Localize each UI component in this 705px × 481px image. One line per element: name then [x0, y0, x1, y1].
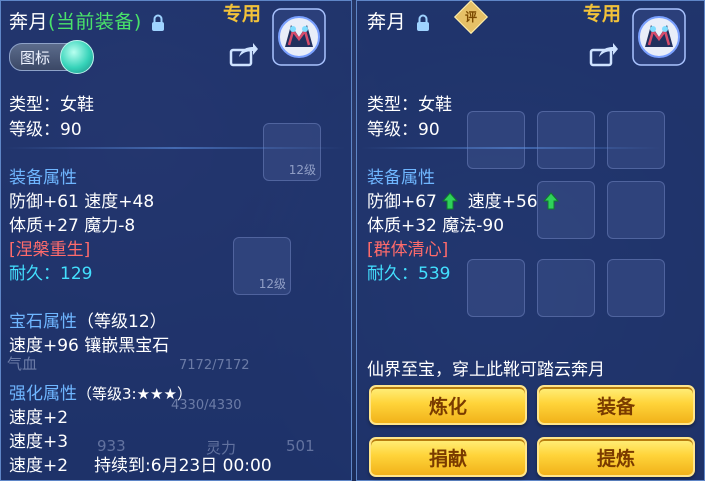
bg-item-slot [607, 181, 665, 239]
gem-attributes-header: 宝石属性 [9, 312, 77, 332]
enhance-line-1: 速度+2 [9, 408, 69, 428]
gem-level: （等级12） [77, 312, 167, 332]
durability: 耐久：129 [9, 264, 93, 284]
extract-button[interactable]: 提炼 [537, 437, 695, 477]
bg-item-slot [467, 111, 525, 169]
item-level: 等级：90 [9, 120, 82, 140]
bg-item-slot [537, 259, 595, 317]
enhance-attributes-row: 强化属性（等级3:★★★） [9, 379, 192, 404]
item-title: 奔月 [367, 7, 430, 34]
special-effect: [群体清心] [367, 240, 449, 260]
bg-number: 933 [97, 437, 126, 455]
bg-item-slot [607, 259, 665, 317]
bg-item-slot [607, 111, 665, 169]
bg-spirit-label: 灵力 [206, 439, 237, 457]
exclusive-label: 专用 [223, 3, 262, 25]
bg-hp-value: 7172/7172 [179, 358, 250, 373]
enhance-line-3: 速度+2 [9, 456, 69, 476]
bg-spirit-value: 501 [286, 437, 315, 455]
arrow-up-icon [442, 192, 459, 210]
moon-boots-item-icon [272, 8, 326, 66]
enhance-level: （等级3:★★★） [77, 385, 192, 403]
lock-icon [152, 14, 165, 31]
slot-level-label: 12级 [288, 163, 316, 177]
speed-stat: 速度+56 [467, 192, 538, 212]
enhance-attributes-header: 强化属性 [9, 384, 77, 404]
stat-line-1: 防御+67 速度+56 [367, 187, 563, 212]
equipment-attributes-header: 装备属性 [9, 168, 77, 188]
bg-hp-label: 气血 [7, 355, 38, 373]
item-name: 奔月 [367, 11, 407, 33]
item-description: 仙界至宝，穿上此靴可踏云奔月 [367, 360, 605, 380]
gem-attributes-row: 宝石属性（等级12） [9, 307, 167, 332]
current-equipment-tooltip: 12级 12级 奔月(当前装备) 专用 图标 类型：女鞋 等级：90 装备属性 … [0, 0, 352, 481]
equip-button[interactable]: 装备 [537, 385, 695, 425]
enhance-duration: 持续到:6月23日 00:00 [94, 456, 272, 476]
bg-item-slot: 12级 [233, 237, 291, 295]
enhance-line-2: 速度+3 [9, 432, 69, 452]
current-equipped-tag: (当前装备) [48, 11, 142, 33]
donate-button[interactable]: 捐献 [369, 437, 527, 477]
icon-toggle-label: 图标 [20, 49, 51, 67]
compare-item-tooltip: 奔月 评 专用 类型：女鞋 等级：90 装备属性 防御+67 速度+56 体质+… [356, 0, 705, 481]
item-name: 奔月 [9, 11, 49, 33]
divider [5, 147, 345, 149]
arrow-up-icon [543, 192, 559, 210]
item-type: 类型：女鞋 [367, 95, 452, 115]
item-title: 奔月(当前装备) [9, 7, 165, 34]
stat-line-2: 体质+32 魔法-90 [367, 216, 505, 236]
item-level: 等级：90 [367, 120, 440, 140]
icon-toggle[interactable]: 图标 [9, 40, 94, 74]
exclusive-label: 专用 [583, 3, 622, 25]
share-icon[interactable] [229, 41, 259, 67]
lock-icon [416, 14, 429, 31]
bg-item-slot [537, 111, 595, 169]
equipment-attributes-header: 装备属性 [367, 168, 435, 188]
refine-button[interactable]: 炼化 [369, 385, 527, 425]
bg-item-slot: 12级 [263, 123, 321, 181]
stat-line-1: 防御+61 速度+48 [9, 192, 155, 212]
appraise-badge-icon[interactable]: 评 [454, 0, 488, 34]
moon-boots-item-icon [632, 8, 686, 66]
share-icon[interactable] [589, 41, 619, 67]
durability: 耐久：539 [367, 264, 451, 284]
toggle-knob[interactable] [60, 40, 94, 74]
slot-level-label: 12级 [258, 277, 286, 291]
divider [361, 147, 661, 149]
stat-line-2: 体质+27 魔力-8 [9, 216, 136, 236]
bg-item-slot [467, 259, 525, 317]
defense-stat: 防御+67 [367, 192, 437, 212]
item-type: 类型：女鞋 [9, 95, 94, 115]
appraise-badge-label: 评 [464, 10, 477, 24]
special-effect: [涅槃重生] [9, 240, 91, 260]
